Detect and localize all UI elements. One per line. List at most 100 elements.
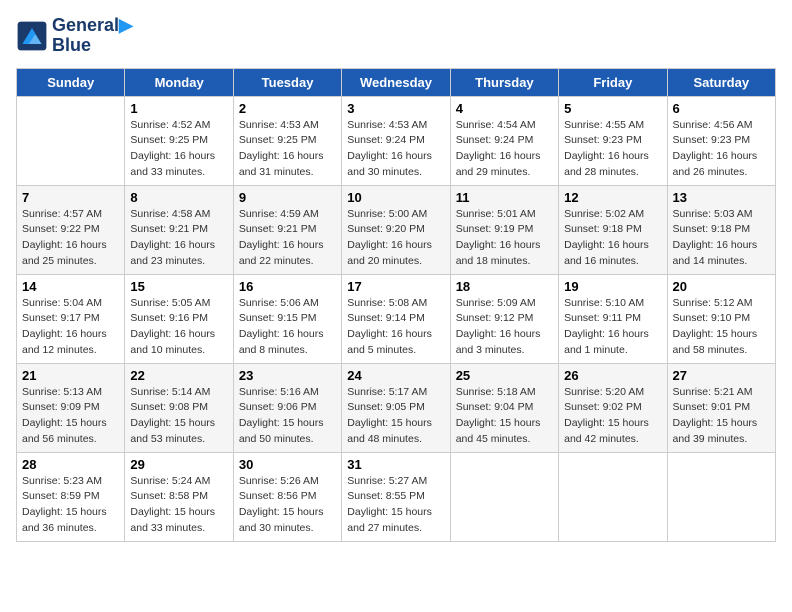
sunset: Sunset: 9:16 PM	[130, 311, 227, 327]
daylight: Daylight: 15 hours and 56 minutes.	[22, 416, 119, 448]
calendar-week-2: 7 Sunrise: 4:57 AM Sunset: 9:22 PM Dayli…	[17, 185, 776, 274]
sunrise: Sunrise: 5:23 AM	[22, 474, 119, 490]
calendar-table: SundayMondayTuesdayWednesdayThursdayFrid…	[16, 68, 776, 542]
sunset: Sunset: 9:25 PM	[130, 133, 227, 149]
day-number: 15	[130, 279, 227, 294]
daylight: Daylight: 16 hours and 33 minutes.	[130, 149, 227, 181]
calendar-cell: 16 Sunrise: 5:06 AM Sunset: 9:15 PM Dayl…	[233, 274, 341, 363]
calendar-header: SundayMondayTuesdayWednesdayThursdayFrid…	[17, 68, 776, 96]
calendar-cell: 10 Sunrise: 5:00 AM Sunset: 9:20 PM Dayl…	[342, 185, 450, 274]
daylight: Daylight: 15 hours and 33 minutes.	[130, 505, 227, 537]
sunset: Sunset: 8:59 PM	[22, 489, 119, 505]
sunset: Sunset: 9:01 PM	[673, 400, 770, 416]
daylight: Daylight: 16 hours and 18 minutes.	[456, 238, 553, 270]
day-number: 9	[239, 190, 336, 205]
day-info: Sunrise: 5:00 AM Sunset: 9:20 PM Dayligh…	[347, 207, 444, 270]
day-number: 23	[239, 368, 336, 383]
day-info: Sunrise: 5:05 AM Sunset: 9:16 PM Dayligh…	[130, 296, 227, 359]
calendar-cell: 8 Sunrise: 4:58 AM Sunset: 9:21 PM Dayli…	[125, 185, 233, 274]
sunset: Sunset: 9:02 PM	[564, 400, 661, 416]
day-info: Sunrise: 5:04 AM Sunset: 9:17 PM Dayligh…	[22, 296, 119, 359]
daylight: Daylight: 15 hours and 42 minutes.	[564, 416, 661, 448]
weekday-header-tuesday: Tuesday	[233, 68, 341, 96]
sunrise: Sunrise: 4:56 AM	[673, 118, 770, 134]
calendar-cell: 21 Sunrise: 5:13 AM Sunset: 9:09 PM Dayl…	[17, 363, 125, 452]
sunrise: Sunrise: 5:08 AM	[347, 296, 444, 312]
sunrise: Sunrise: 5:01 AM	[456, 207, 553, 223]
day-number: 8	[130, 190, 227, 205]
sunrise: Sunrise: 5:17 AM	[347, 385, 444, 401]
sunrise: Sunrise: 5:21 AM	[673, 385, 770, 401]
sunrise: Sunrise: 5:10 AM	[564, 296, 661, 312]
sunrise: Sunrise: 4:55 AM	[564, 118, 661, 134]
day-number: 31	[347, 457, 444, 472]
day-number: 10	[347, 190, 444, 205]
calendar-cell: 3 Sunrise: 4:53 AM Sunset: 9:24 PM Dayli…	[342, 96, 450, 185]
calendar-cell: 13 Sunrise: 5:03 AM Sunset: 9:18 PM Dayl…	[667, 185, 775, 274]
day-number: 7	[22, 190, 119, 205]
sunset: Sunset: 9:17 PM	[22, 311, 119, 327]
day-info: Sunrise: 4:56 AM Sunset: 9:23 PM Dayligh…	[673, 118, 770, 181]
sunset: Sunset: 9:24 PM	[456, 133, 553, 149]
day-number: 28	[22, 457, 119, 472]
day-info: Sunrise: 5:16 AM Sunset: 9:06 PM Dayligh…	[239, 385, 336, 448]
sunrise: Sunrise: 4:59 AM	[239, 207, 336, 223]
calendar-week-1: 1 Sunrise: 4:52 AM Sunset: 9:25 PM Dayli…	[17, 96, 776, 185]
day-info: Sunrise: 4:53 AM Sunset: 9:24 PM Dayligh…	[347, 118, 444, 181]
sunset: Sunset: 8:56 PM	[239, 489, 336, 505]
page-header: General▶ Blue	[16, 16, 776, 56]
daylight: Daylight: 16 hours and 23 minutes.	[130, 238, 227, 270]
day-info: Sunrise: 4:58 AM Sunset: 9:21 PM Dayligh…	[130, 207, 227, 270]
day-number: 16	[239, 279, 336, 294]
calendar-cell: 19 Sunrise: 5:10 AM Sunset: 9:11 PM Dayl…	[559, 274, 667, 363]
sunset: Sunset: 9:14 PM	[347, 311, 444, 327]
day-info: Sunrise: 4:57 AM Sunset: 9:22 PM Dayligh…	[22, 207, 119, 270]
daylight: Daylight: 15 hours and 27 minutes.	[347, 505, 444, 537]
daylight: Daylight: 16 hours and 10 minutes.	[130, 327, 227, 359]
sunset: Sunset: 9:15 PM	[239, 311, 336, 327]
calendar-cell	[450, 452, 558, 541]
day-number: 25	[456, 368, 553, 383]
calendar-cell: 18 Sunrise: 5:09 AM Sunset: 9:12 PM Dayl…	[450, 274, 558, 363]
day-info: Sunrise: 5:26 AM Sunset: 8:56 PM Dayligh…	[239, 474, 336, 537]
daylight: Daylight: 16 hours and 14 minutes.	[673, 238, 770, 270]
day-number: 3	[347, 101, 444, 116]
calendar-cell: 25 Sunrise: 5:18 AM Sunset: 9:04 PM Dayl…	[450, 363, 558, 452]
sunrise: Sunrise: 5:02 AM	[564, 207, 661, 223]
sunset: Sunset: 9:21 PM	[130, 222, 227, 238]
calendar-cell: 28 Sunrise: 5:23 AM Sunset: 8:59 PM Dayl…	[17, 452, 125, 541]
logo-icon	[16, 20, 48, 52]
calendar-cell	[559, 452, 667, 541]
day-info: Sunrise: 5:06 AM Sunset: 9:15 PM Dayligh…	[239, 296, 336, 359]
calendar-week-5: 28 Sunrise: 5:23 AM Sunset: 8:59 PM Dayl…	[17, 452, 776, 541]
sunrise: Sunrise: 5:04 AM	[22, 296, 119, 312]
sunrise: Sunrise: 4:54 AM	[456, 118, 553, 134]
day-info: Sunrise: 5:14 AM Sunset: 9:08 PM Dayligh…	[130, 385, 227, 448]
day-number: 11	[456, 190, 553, 205]
daylight: Daylight: 16 hours and 16 minutes.	[564, 238, 661, 270]
day-number: 5	[564, 101, 661, 116]
sunset: Sunset: 9:06 PM	[239, 400, 336, 416]
day-info: Sunrise: 5:09 AM Sunset: 9:12 PM Dayligh…	[456, 296, 553, 359]
sunrise: Sunrise: 4:57 AM	[22, 207, 119, 223]
daylight: Daylight: 15 hours and 48 minutes.	[347, 416, 444, 448]
sunrise: Sunrise: 5:20 AM	[564, 385, 661, 401]
calendar-week-3: 14 Sunrise: 5:04 AM Sunset: 9:17 PM Dayl…	[17, 274, 776, 363]
day-number: 17	[347, 279, 444, 294]
calendar-cell: 27 Sunrise: 5:21 AM Sunset: 9:01 PM Dayl…	[667, 363, 775, 452]
calendar-cell: 20 Sunrise: 5:12 AM Sunset: 9:10 PM Dayl…	[667, 274, 775, 363]
day-number: 2	[239, 101, 336, 116]
weekday-header-sunday: Sunday	[17, 68, 125, 96]
sunset: Sunset: 9:19 PM	[456, 222, 553, 238]
calendar-cell: 14 Sunrise: 5:04 AM Sunset: 9:17 PM Dayl…	[17, 274, 125, 363]
sunset: Sunset: 9:20 PM	[347, 222, 444, 238]
sunrise: Sunrise: 4:52 AM	[130, 118, 227, 134]
day-number: 27	[673, 368, 770, 383]
sunset: Sunset: 9:23 PM	[564, 133, 661, 149]
daylight: Daylight: 15 hours and 50 minutes.	[239, 416, 336, 448]
daylight: Daylight: 16 hours and 26 minutes.	[673, 149, 770, 181]
calendar-cell: 1 Sunrise: 4:52 AM Sunset: 9:25 PM Dayli…	[125, 96, 233, 185]
day-number: 18	[456, 279, 553, 294]
daylight: Daylight: 15 hours and 36 minutes.	[22, 505, 119, 537]
calendar-cell: 30 Sunrise: 5:26 AM Sunset: 8:56 PM Dayl…	[233, 452, 341, 541]
